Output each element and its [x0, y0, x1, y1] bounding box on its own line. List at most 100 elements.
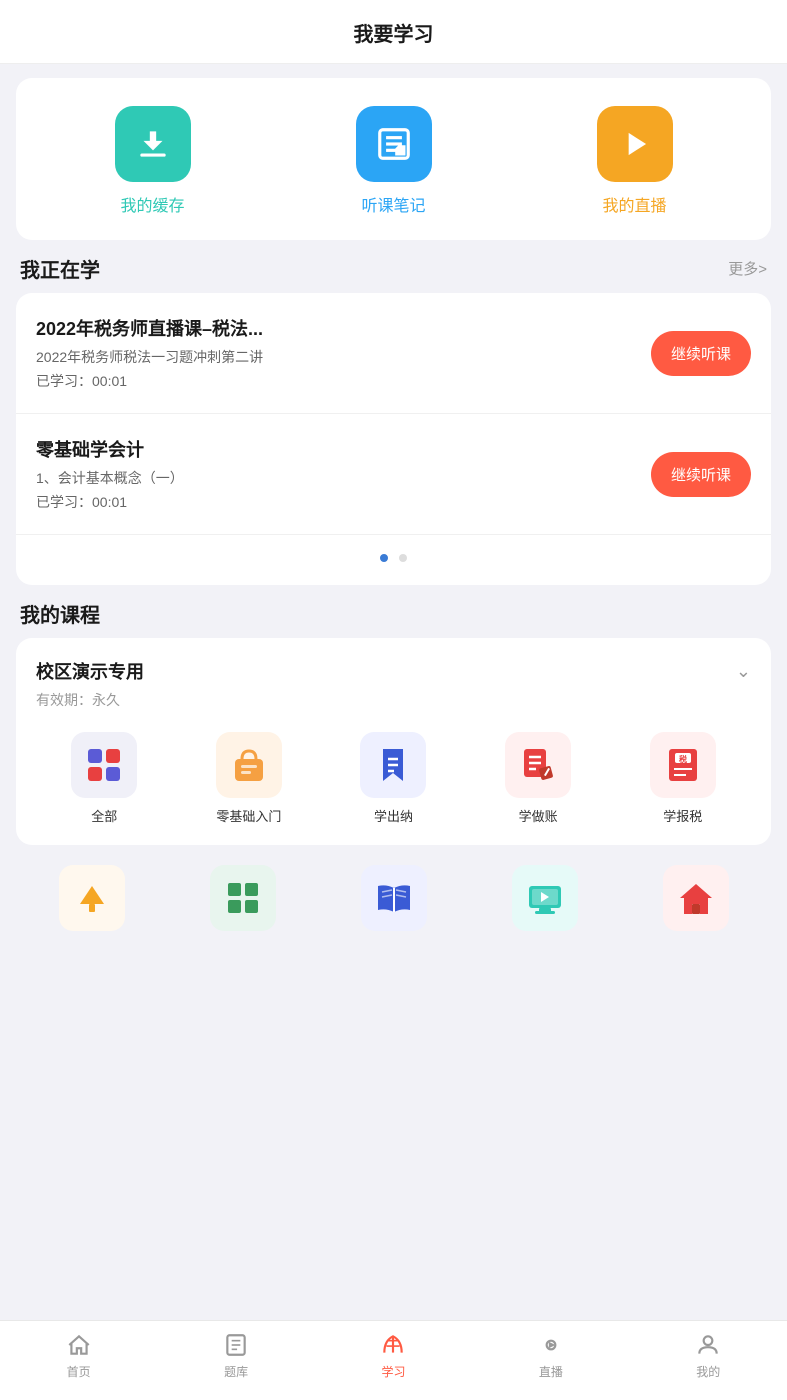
continue-button-1[interactable]: 继续听课: [651, 331, 751, 376]
course-card-header: 校区演示专用 ⌄: [36, 658, 751, 684]
cache-label: 我的缓存: [120, 192, 184, 216]
quick-actions-card: 我的缓存 听课笔记 我的直播: [16, 78, 771, 240]
partial-item-3[interactable]: [322, 865, 465, 931]
partial-categories-row: [0, 855, 787, 1011]
monitor-icon: [523, 876, 567, 920]
arrow-up-icon: [70, 876, 114, 920]
zero-label: 零基础入门: [216, 806, 281, 825]
study-info-1: 2022年税务师直播课–税法... 2022年税务师税法一习题冲刺第二讲 已学习…: [36, 315, 635, 391]
doc-edit-icon: [516, 743, 560, 787]
bookmark-icon: [371, 743, 415, 787]
nav-live[interactable]: 直播: [521, 1331, 581, 1380]
bookkeep-icon: [505, 732, 571, 798]
study-item-1: 2022年税务师直播课–税法... 2022年税务师税法一习题冲刺第二讲 已学习…: [16, 293, 771, 414]
house2-icon: [674, 876, 718, 920]
studying-section-header: 我正在学 更多>: [0, 254, 787, 283]
nav-study[interactable]: 学习: [363, 1331, 423, 1380]
study-info-2: 零基础学会计 1、会计基本概念（一） 已学习：00:01: [36, 436, 635, 512]
cashier-icon: [360, 732, 426, 798]
page-title: 我要学习: [0, 0, 787, 64]
cashier-label: 学出纳: [374, 806, 413, 825]
nav-home[interactable]: 首页: [49, 1331, 109, 1380]
category-tax[interactable]: 税 学报税: [614, 732, 751, 825]
continue-button-2[interactable]: 继续听课: [651, 452, 751, 497]
download-svg: [134, 125, 172, 163]
notes-label: 听课笔记: [361, 192, 425, 216]
studying-card: 2022年税务师直播课–税法... 2022年税务师税法一习题冲刺第二讲 已学习…: [16, 293, 771, 585]
study-subtitle-2: 1、会计基本概念（一）: [36, 468, 635, 488]
study-title-2: 零基础学会计: [36, 436, 635, 462]
quick-live-button[interactable]: 我的直播: [597, 106, 673, 216]
nav-mine-label: 我的: [696, 1363, 720, 1380]
zero-icon: [216, 732, 282, 798]
nav-mine[interactable]: 我的: [678, 1331, 738, 1380]
exam-svg: [223, 1332, 249, 1358]
study-item-2: 零基础学会计 1、会计基本概念（一） 已学习：00:01 继续听课: [16, 414, 771, 535]
exam-icon: [222, 1331, 250, 1359]
tax-icon-svg: 税: [661, 743, 705, 787]
courses-title: 我的课程: [20, 599, 100, 628]
book-open-icon: [372, 876, 416, 920]
category-cashier[interactable]: 学出纳: [325, 732, 462, 825]
courses-section-header: 我的课程: [0, 599, 787, 628]
study-icon: [379, 1331, 407, 1359]
nav-home-label: 首页: [67, 1363, 91, 1380]
all-label: 全部: [91, 806, 117, 825]
mine-icon: [694, 1331, 722, 1359]
all-grid-icon: [82, 743, 126, 787]
tax-label: 学报税: [663, 806, 702, 825]
study-time-1: 已学习：00:01: [36, 371, 635, 391]
green-grid-icon: [221, 876, 265, 920]
study-svg: [380, 1332, 406, 1358]
category-zero[interactable]: 零基础入门: [181, 732, 318, 825]
study-subtitle-1: 2022年税务师税法一习题冲刺第二讲: [36, 347, 635, 367]
all-icon: [71, 732, 137, 798]
partial-icon-1: [59, 865, 125, 931]
partial-icon-3: [361, 865, 427, 931]
svg-text:税: 税: [679, 754, 687, 764]
bag-icon: [227, 743, 271, 787]
studying-more[interactable]: 更多>: [728, 258, 767, 279]
notes-icon: [356, 106, 432, 182]
cache-icon: [115, 106, 191, 182]
course-card-title: 校区演示专用: [36, 658, 144, 684]
nav-live-label: 直播: [539, 1363, 563, 1380]
play-svg: [616, 125, 654, 163]
partial-icon-5: [663, 865, 729, 931]
tax-icon: 税: [650, 732, 716, 798]
mine-svg: [695, 1332, 721, 1358]
partial-item-2[interactable]: [171, 865, 314, 931]
dot-inactive: [399, 554, 407, 562]
category-all[interactable]: 全部: [36, 732, 173, 825]
study-title-1: 2022年税务师直播课–税法...: [36, 315, 635, 341]
bottom-navigation: 首页 题库 学习: [0, 1320, 787, 1400]
home-icon: [65, 1331, 93, 1359]
home-svg: [66, 1332, 92, 1358]
partial-item-5[interactable]: [624, 865, 767, 931]
category-bookkeep[interactable]: 学做账: [470, 732, 607, 825]
nav-exam[interactable]: 题库: [206, 1331, 266, 1380]
course-categories-grid: 全部 零基础入门: [36, 732, 751, 825]
live-nav-icon: [537, 1331, 565, 1359]
course-validity: 有效期：永久: [36, 690, 751, 710]
live-icon: [597, 106, 673, 182]
nav-exam-label: 题库: [224, 1363, 248, 1380]
courses-card: 校区演示专用 ⌄ 有效期：永久 全部: [16, 638, 771, 845]
studying-title: 我正在学: [20, 254, 100, 283]
live-label: 我的直播: [602, 192, 666, 216]
dots-indicator: [16, 535, 771, 585]
nav-study-label: 学习: [381, 1363, 405, 1380]
dot-active: [380, 554, 388, 562]
notes-svg: [375, 125, 413, 163]
quick-notes-button[interactable]: 听课笔记: [356, 106, 432, 216]
partial-item-1[interactable]: [20, 865, 163, 931]
quick-cache-button[interactable]: 我的缓存: [115, 106, 191, 216]
bookkeep-label: 学做账: [519, 806, 558, 825]
partial-item-4[interactable]: [473, 865, 616, 931]
courses-section: 我的课程 校区演示专用 ⌄ 有效期：永久 全部: [0, 599, 787, 1011]
chevron-down-icon[interactable]: ⌄: [736, 661, 751, 682]
partial-icon-4: [512, 865, 578, 931]
partial-icon-2: [210, 865, 276, 931]
study-time-2: 已学习：00:01: [36, 492, 635, 512]
live-nav-svg: [538, 1332, 564, 1358]
